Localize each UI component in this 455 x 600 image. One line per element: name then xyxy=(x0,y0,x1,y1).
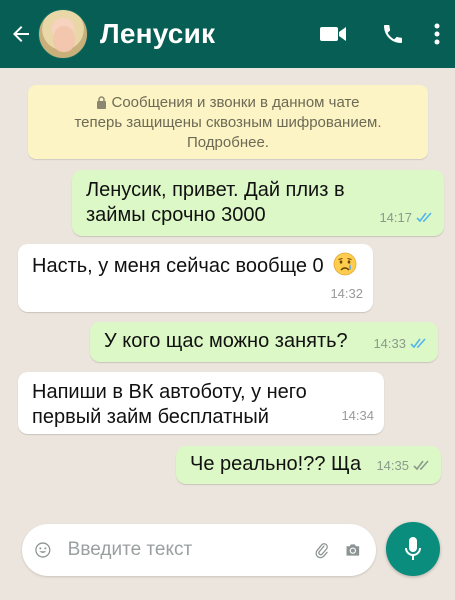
message-text: У кого щас можно занять? xyxy=(104,330,348,352)
more-options-button[interactable] xyxy=(425,0,449,68)
notice-learn-more[interactable]: Подробнее. xyxy=(28,133,428,153)
video-call-button[interactable] xyxy=(313,0,353,68)
more-vert-icon xyxy=(434,23,440,45)
message-line: Насть, у меня сейчас вообще 0 xyxy=(32,255,324,277)
message-line: первый займ бесплатный xyxy=(32,406,269,428)
notice-text-1: Сообщения и звонки в данном чате xyxy=(111,94,360,111)
message-bubble[interactable]: Ленусик, привет. Дай плиз в займы срочно… xyxy=(72,170,444,236)
message-time: 14:33 xyxy=(373,336,406,351)
chat-header: Ленусик xyxy=(0,0,455,68)
microphone-icon xyxy=(405,537,421,560)
message-line: займы срочно 3000 xyxy=(86,204,266,226)
message-meta: 14:34 xyxy=(341,403,374,428)
message-composer xyxy=(22,524,376,576)
notice-line-1: Сообщения и звонки в данном чате xyxy=(28,93,428,113)
read-ticks-icon xyxy=(410,338,426,349)
message-time: 14:32 xyxy=(330,286,363,301)
message-input[interactable] xyxy=(67,539,313,561)
message-meta: 14:33 xyxy=(373,331,428,356)
camera-icon[interactable] xyxy=(344,536,362,564)
message-text: Ленусик, привет. Дай плиз в займы срочно… xyxy=(86,178,345,228)
notice-text-2: теперь защищены сквозным шифрованием. xyxy=(74,114,382,131)
message-line: Ленусик, привет. Дай плиз в xyxy=(86,179,345,201)
message-bubble[interactable]: У кого щас можно занять? 14:33 xyxy=(90,322,438,362)
contact-name[interactable]: Ленусик xyxy=(100,18,313,50)
message-meta: 14:35 xyxy=(376,453,431,478)
message-text: Насть, у меня сейчас вообще 0 xyxy=(32,252,357,279)
video-call-icon xyxy=(320,27,346,41)
message-bubble[interactable]: Че реально!?? Ща 14:35 xyxy=(176,446,441,484)
message-meta: 14:32 xyxy=(330,281,363,306)
lock-icon xyxy=(97,96,107,109)
message-time: 14:34 xyxy=(341,408,374,423)
back-button[interactable] xyxy=(6,0,36,68)
message-bubble[interactable]: Напиши в ВК автоботу, у него первый займ… xyxy=(18,372,384,434)
read-ticks-icon xyxy=(416,212,432,223)
encryption-notice[interactable]: Сообщения и звонки в данном чате теперь … xyxy=(28,85,428,159)
message-time: 14:35 xyxy=(376,458,409,473)
delivered-ticks-icon xyxy=(413,460,429,471)
contact-avatar[interactable] xyxy=(38,9,88,59)
back-arrow-icon xyxy=(13,26,29,42)
emoji-icon[interactable] xyxy=(34,536,52,564)
message-line: Напиши в ВК автоботу, у него xyxy=(32,381,307,403)
message-meta: 14:17 xyxy=(379,205,434,230)
voice-message-button[interactable] xyxy=(386,522,440,576)
message-bubble[interactable]: Насть, у меня сейчас вообще 0 14:32 xyxy=(18,244,373,312)
phone-icon xyxy=(384,25,402,43)
voice-call-button[interactable] xyxy=(373,0,413,68)
message-text: Че реально!?? Ща xyxy=(190,453,362,475)
paperclip-icon[interactable] xyxy=(313,536,331,564)
message-time: 14:17 xyxy=(379,210,412,225)
message-text: Напиши в ВК автоботу, у него первый займ… xyxy=(32,380,307,430)
crying-face-emoji-icon xyxy=(333,252,357,276)
